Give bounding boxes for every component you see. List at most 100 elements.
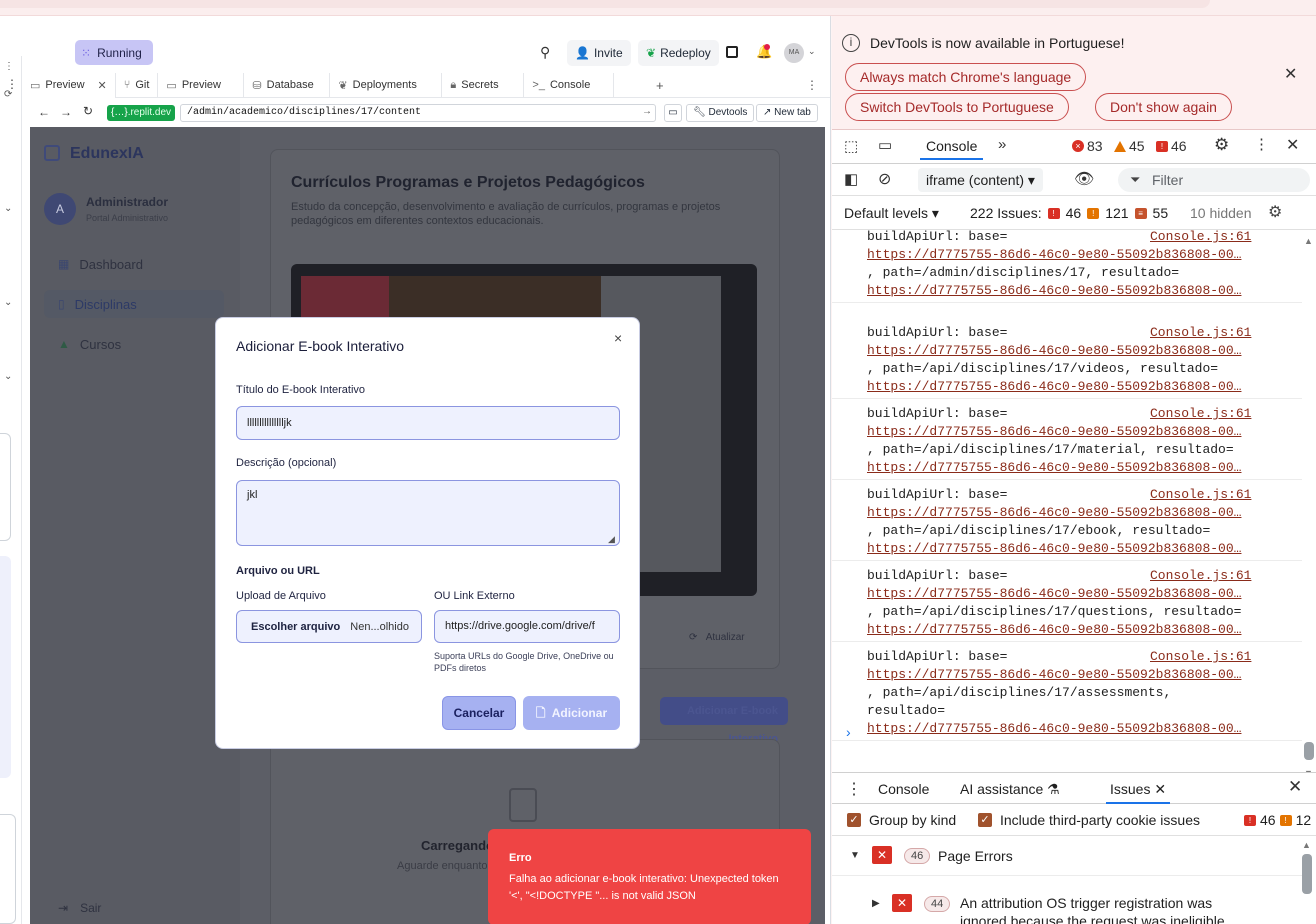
sidebar-item-disciplinas[interactable]: ▯ Disciplinas <box>44 290 224 318</box>
avatar[interactable]: MA <box>784 43 804 63</box>
description-textarea[interactable]: jkl <box>236 480 620 546</box>
url-domain[interactable]: {…}.replit.dev <box>107 105 176 121</box>
more-icon[interactable]: ⋮ <box>806 78 818 92</box>
cancel-button[interactable]: Cancelar <box>442 696 516 730</box>
forward-arrow-icon[interactable]: → <box>60 105 72 119</box>
error-count[interactable]: × 83 <box>1072 138 1103 154</box>
log-source-link[interactable]: Console.js:61 <box>1150 324 1251 342</box>
close-icon[interactable]: × <box>614 330 622 346</box>
chevron-down-icon[interactable]: ▼ <box>850 850 860 861</box>
gear-icon[interactable]: ⚙ <box>1214 135 1229 155</box>
gutter-chevron-icon[interactable]: ⌄ <box>4 298 14 308</box>
log-url-link[interactable]: https://d7775755-86d6-46c0-9e80-55092b83… <box>867 282 1263 300</box>
group-by-kind-checkbox[interactable]: ✓ <box>847 813 861 827</box>
clear-console-icon[interactable]: ⊘ <box>878 169 891 189</box>
tab-preview-2[interactable]: ▭ Preview <box>158 72 245 98</box>
add-ebook-button[interactable]: Adicionar E-book Interativo <box>660 697 788 745</box>
window-icon[interactable] <box>726 46 738 58</box>
gutter-dots-icon[interactable]: ⋮ <box>4 62 14 72</box>
new-tab-plus-icon[interactable]: + <box>656 78 664 93</box>
devtools-button[interactable]: 🔧︎ Devtools <box>686 104 755 122</box>
external-link-input[interactable]: https://drive.google.com/drive/f <box>434 610 620 643</box>
dont-show-button[interactable]: Don't show again <box>1095 93 1232 121</box>
eye-icon[interactable]: 👁︎ <box>1074 169 1094 189</box>
gutter-refresh-icon[interactable]: ⟳ <box>4 90 14 100</box>
log-source-link[interactable]: Console.js:61 <box>1150 648 1251 666</box>
log-url-link[interactable]: https://d7775755-86d6-46c0-9e80-55092b83… <box>867 621 1263 639</box>
resize-grip-icon[interactable]: ◢ <box>608 534 615 545</box>
scroll-up-icon[interactable]: ▲ <box>1302 840 1311 850</box>
log-url-link[interactable]: https://d7775755-86d6-46c0-9e80-55092b83… <box>867 246 1263 264</box>
logout-link[interactable]: ⇥ Sair <box>58 901 101 915</box>
scroll-thumb[interactable] <box>1304 742 1314 760</box>
invite-button[interactable]: 👤 Invite <box>567 40 631 66</box>
search-icon[interactable]: ⚲ <box>540 44 550 61</box>
filter-input[interactable]: ⏷ Filter <box>1118 168 1310 192</box>
more-vert-icon[interactable]: ⋮ <box>1254 135 1269 153</box>
more-vert-icon[interactable]: ⋮ <box>846 779 862 799</box>
title-input[interactable]: llllllllllllllljk <box>236 406 620 440</box>
scroll-thumb[interactable] <box>1302 854 1312 894</box>
status-badge[interactable]: ⁙ Running <box>75 40 153 65</box>
close-drawer-icon[interactable]: ✕ <box>1288 777 1302 797</box>
log-url-link[interactable]: https://d7775755-86d6-46c0-9e80-55092b83… <box>867 423 1263 441</box>
log-url-link[interactable]: https://d7775755-86d6-46c0-9e80-55092b83… <box>867 540 1263 558</box>
log-url-link[interactable]: https://d7775755-86d6-46c0-9e80-55092b83… <box>867 504 1263 522</box>
log-url-link[interactable]: https://d7775755-86d6-46c0-9e80-55092b83… <box>867 378 1263 396</box>
context-selector[interactable]: iframe (content) ▾ <box>918 168 1043 192</box>
issues-summary[interactable]: 222 Issues: ! 46 ! 121 ≡ 55 <box>970 205 1168 221</box>
tabbar-menu-icon[interactable]: ⋮ <box>6 77 18 91</box>
sidebar-item-cursos[interactable]: ▲ Cursos <box>44 330 224 358</box>
tab-git[interactable]: ⑂ Git <box>116 72 159 98</box>
close-icon[interactable]: ✕ <box>1154 781 1166 797</box>
levels-dropdown[interactable]: Default levels ▾ <box>844 205 939 222</box>
gutter-chevron-icon[interactable]: ⌄ <box>4 204 14 214</box>
tab-deployments[interactable]: ❦ Deployments <box>330 72 443 98</box>
go-arrow-icon[interactable]: → <box>642 106 652 117</box>
choose-file-button[interactable]: Escolher arquivo <box>251 621 340 633</box>
gutter-chevron-icon[interactable]: ⌄ <box>4 372 14 382</box>
log-url-link[interactable]: https://d7775755-86d6-46c0-9e80-55092b83… <box>867 585 1263 603</box>
device-toggle-icon[interactable]: ▭ <box>878 136 892 154</box>
sidebar-item-dashboard[interactable]: ▦ Dashboard <box>44 250 224 278</box>
issues-scrollbar[interactable]: ▲ <box>1300 836 1314 924</box>
new-tab-button[interactable]: ↗ New tab <box>756 104 818 122</box>
log-source-link[interactable]: Console.js:61 <box>1150 486 1251 504</box>
third-party-checkbox[interactable]: ✓ <box>978 813 992 827</box>
log-url-link[interactable]: https://d7775755-86d6-46c0-9e80-55092b83… <box>867 666 1263 684</box>
tab-secrets[interactable]: 🔒︎ Secrets <box>442 72 525 98</box>
log-source-link[interactable]: Console.js:61 <box>1150 567 1251 585</box>
console-prompt[interactable]: › <box>846 724 851 740</box>
inspect-icon[interactable]: ⬚ <box>844 137 858 155</box>
drawer-tab-ai[interactable]: AI assistance ⚗ <box>960 781 1060 798</box>
file-upload-input[interactable]: Escolher arquivo Nen...olhido <box>236 610 422 643</box>
log-source-link[interactable]: Console.js:61 <box>1150 405 1251 423</box>
add-button[interactable]: 🗋︎ Adicionar <box>523 696 620 730</box>
tab-database[interactable]: ⛁ Database <box>244 72 331 98</box>
warning-count[interactable]: 45 <box>1114 138 1145 154</box>
console-scrollbar[interactable]: ▲ ▼ <box>1302 230 1316 778</box>
tab-console[interactable]: Console <box>920 138 984 160</box>
screen-icon[interactable]: ▭ <box>664 104 682 122</box>
tab-preview[interactable]: ▭ Preview ✕ <box>22 72 116 98</box>
close-icon[interactable]: ✕ <box>1286 135 1299 155</box>
match-language-button[interactable]: Always match Chrome's language <box>845 63 1087 91</box>
close-icon[interactable]: ✕ <box>1284 64 1297 84</box>
close-icon[interactable]: ✕ <box>98 79 107 92</box>
url-input[interactable]: /admin/academico/disciplines/17/content <box>180 104 656 122</box>
sidebar-toggle-icon[interactable]: ◧ <box>844 170 858 188</box>
log-source-link[interactable]: Console.js:61 <box>1150 230 1251 246</box>
log-url-link[interactable]: https://d7775755-86d6-46c0-9e80-55092b83… <box>867 720 1263 738</box>
more-tabs-icon[interactable]: » <box>998 136 1006 153</box>
issue-group-page-errors[interactable]: ▼ ✕ 46 Page Errors <box>832 836 1302 876</box>
tab-console[interactable]: >_ Console <box>524 72 615 98</box>
switch-language-button[interactable]: Switch DevTools to Portuguese <box>845 93 1069 121</box>
chevron-down-icon[interactable]: ⌄ <box>808 46 816 57</box>
drawer-tab-issues[interactable]: Issues ✕ <box>1106 781 1171 804</box>
drawer-tab-console[interactable]: Console <box>878 781 929 797</box>
reload-icon[interactable]: ↻ <box>83 104 93 118</box>
scroll-up-icon[interactable]: ▲ <box>1304 236 1313 246</box>
redeploy-button[interactable]: ❦ Redeploy <box>638 40 719 66</box>
log-url-link[interactable]: https://d7775755-86d6-46c0-9e80-55092b83… <box>867 459 1263 477</box>
issue-item[interactable]: ▶ ✕ 44 An attribution OS trigger registr… <box>832 876 1302 924</box>
